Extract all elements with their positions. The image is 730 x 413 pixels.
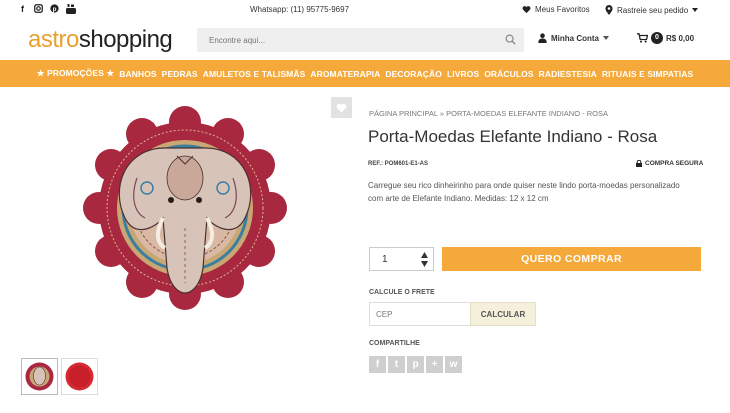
search-box — [197, 28, 524, 52]
product-ref: REF.: POM601-E1-AS — [368, 161, 429, 167]
account-menu[interactable]: Minha Conta — [538, 33, 609, 43]
product-title: Porta-Moedas Elefante Indiano - Rosa — [368, 127, 658, 146]
add-favorite-button[interactable] — [331, 97, 352, 118]
secure-purchase-label: COMPRA SEGURA — [645, 160, 704, 167]
breadcrumb-separator: » — [439, 109, 445, 118]
secure-purchase-badge: COMPRA SEGURA — [636, 160, 703, 167]
site-logo[interactable]: astroshopping — [28, 25, 173, 55]
share-pinterest-icon[interactable]: p — [407, 356, 424, 373]
calculate-shipping-button[interactable]: CALCULAR — [470, 302, 536, 326]
track-order-link[interactable]: Rastreie seu pedido — [605, 5, 699, 15]
chevron-down-icon — [692, 8, 699, 12]
product-thumbnail-front[interactable] — [21, 358, 58, 395]
nav-item-rituais[interactable]: RITUAIS E SIMPATIAS — [602, 69, 693, 79]
thumbnail-image — [65, 362, 94, 391]
decrement-arrow-icon[interactable] — [421, 261, 428, 267]
logo-text-astro: astro — [28, 26, 79, 53]
share-label: COMPARTILHE — [369, 340, 420, 347]
category-nav: ★ PROMOÇÕES ★ BANHOS PEDRAS AMULETOS E T… — [0, 60, 730, 87]
share-more-icon[interactable]: + — [426, 356, 443, 373]
thumbnail-image — [25, 362, 54, 391]
share-twitter-icon[interactable]: t — [388, 356, 405, 373]
nav-item-livros[interactable]: LIVROS — [447, 69, 479, 79]
nav-item-aromaterapia[interactable]: AROMATERAPIA — [310, 69, 380, 79]
heart-icon — [522, 6, 531, 14]
increment-arrow-icon[interactable] — [421, 252, 428, 258]
nav-item-promocoes[interactable]: ★ PROMOÇÕES ★ — [37, 68, 114, 79]
youtube-icon[interactable] — [66, 4, 76, 14]
breadcrumb: PÁGINA PRINCIPAL » PORTA-MOEDAS ELEFANTE… — [369, 109, 608, 118]
user-icon — [538, 33, 547, 43]
search-input[interactable] — [197, 28, 487, 52]
account-label: Minha Conta — [551, 33, 599, 43]
share-facebook-icon[interactable]: f — [369, 356, 386, 373]
cart-count-badge: 0 — [651, 32, 663, 44]
quantity-input[interactable] — [370, 248, 414, 270]
nav-item-radiestesia[interactable]: RADIESTESIA — [539, 69, 597, 79]
lock-icon — [636, 160, 642, 167]
nav-item-decoracao[interactable]: DECORAÇÃO — [385, 69, 442, 79]
favorites-link[interactable]: Meus Favoritos — [522, 5, 590, 14]
track-order-label: Rastreie seu pedido — [617, 5, 689, 15]
breadcrumb-current: PORTA-MOEDAS ELEFANTE INDIANO - ROSA — [446, 109, 608, 118]
cart-link[interactable]: 0 R$ 0,00 — [637, 32, 694, 44]
breadcrumb-home[interactable]: PÁGINA PRINCIPAL — [369, 109, 438, 118]
share-whatsapp-icon[interactable]: w — [445, 356, 462, 373]
cart-total: R$ 0,00 — [666, 33, 695, 43]
cep-input[interactable] — [370, 303, 470, 325]
share-buttons: f t p + w — [369, 356, 462, 373]
buy-button[interactable]: QUERO COMPRAR — [442, 247, 701, 271]
cep-field-wrapper — [369, 302, 471, 326]
logo-text-shopping: shopping — [78, 26, 173, 53]
heart-icon — [336, 103, 347, 112]
social-links: f p — [18, 4, 76, 14]
cart-icon — [637, 33, 648, 43]
nav-item-pedras[interactable]: PEDRAS — [162, 69, 198, 79]
chevron-down-icon — [603, 36, 609, 40]
product-thumbnail-back[interactable] — [61, 358, 98, 395]
search-icon[interactable] — [505, 34, 516, 45]
facebook-icon[interactable]: f — [18, 4, 27, 14]
shipping-label: CALCULE O FRETE — [369, 289, 435, 296]
whatsapp-contact[interactable]: Whatsapp: (11) 95775-9697 — [250, 5, 349, 14]
product-description: Carregue seu rico dinheirinho para onde … — [368, 181, 680, 203]
favorites-label: Meus Favoritos — [535, 5, 590, 14]
site-header: astroshopping Minha Conta 0 R$ 0,00 — [0, 20, 730, 60]
quantity-stepper — [369, 247, 434, 271]
location-pin-icon — [605, 5, 613, 15]
pinterest-icon[interactable]: p — [50, 4, 59, 14]
svg-text:p: p — [53, 6, 57, 13]
nav-item-amuletos[interactable]: AMULETOS E TALISMÃS — [203, 69, 306, 79]
instagram-icon[interactable] — [34, 4, 43, 14]
top-bar: f p Whatsapp: (11) 95775-9697 Meus Favor… — [0, 0, 730, 20]
product-main-image[interactable] — [70, 103, 300, 313]
nav-item-oraculos[interactable]: ORÁCULOS — [484, 69, 533, 79]
nav-item-banhos[interactable]: BANHOS — [119, 69, 156, 79]
